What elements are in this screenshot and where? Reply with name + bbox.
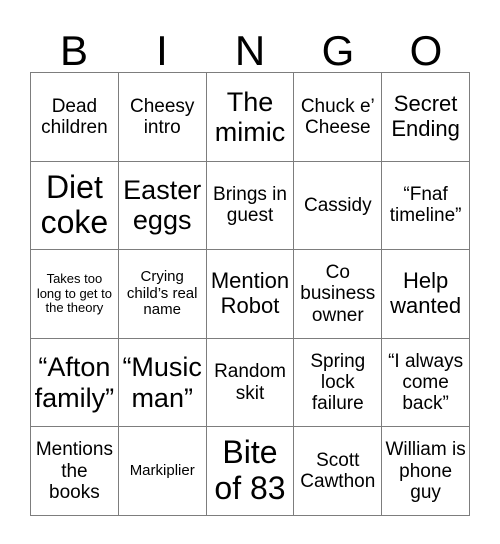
header-letter-g: G [321, 27, 355, 74]
bingo-cell-i5[interactable]: Markiplier [118, 427, 207, 516]
bingo-cell-label: Easter eggs [123, 175, 202, 236]
bingo-cell-n1[interactable]: The mimic [206, 73, 295, 162]
bingo-cell-label: Takes too long to get to the theory [36, 271, 112, 316]
bingo-cell-label: Scott Cawthon [300, 449, 376, 493]
bingo-cell-label: Dead children [41, 95, 108, 138]
bingo-cell-b5[interactable]: Mentions the books [31, 427, 119, 516]
bingo-cell-o4[interactable]: “I always come back” [382, 338, 470, 428]
bingo-cell-label: Mentions the books [35, 439, 113, 503]
bingo-cell-label: Crying child’s real name [126, 267, 198, 319]
bingo-cell-label: Chuck e’ Cheese [300, 95, 375, 138]
bingo-cell-g1[interactable]: Chuck e’ Cheese [294, 73, 383, 162]
bingo-header-row: B I N G O [30, 16, 470, 72]
bingo-cell-o5[interactable]: William is phone guy [382, 427, 470, 516]
bingo-cell-label: Help wanted [390, 268, 462, 318]
bingo-card: B I N G O Dead children Cheesy intro The… [0, 0, 500, 544]
header-letter-n: N [234, 27, 266, 74]
bingo-cell-i4[interactable]: “Music man” [118, 338, 207, 428]
bingo-cell-n3[interactable]: Mention Robot [206, 250, 295, 339]
bingo-cell-b4[interactable]: “Afton family” [31, 338, 119, 428]
bingo-cell-o1[interactable]: Secret Ending [382, 73, 470, 162]
bingo-cell-b2[interactable]: Diet coke [31, 161, 119, 251]
bingo-cell-label: The mimic [214, 86, 286, 147]
bingo-cell-n2[interactable]: Brings in guest [206, 161, 295, 251]
bingo-cell-o2[interactable]: “Fnaf timeline” [382, 161, 470, 251]
bingo-cell-b1[interactable]: Dead children [31, 73, 119, 162]
bingo-cell-label: Cassidy [304, 194, 372, 216]
bingo-cell-label: “Music man” [122, 352, 202, 413]
bingo-cell-label: “Afton family” [34, 352, 115, 413]
bingo-cell-label: Spring lock failure [310, 350, 366, 415]
bingo-cell-label: William is phone guy [385, 439, 466, 503]
bingo-cell-g4[interactable]: Spring lock failure [294, 338, 383, 428]
bingo-cell-n4[interactable]: Random skit [206, 338, 295, 428]
bingo-cell-label: Diet coke [40, 168, 109, 241]
bingo-cell-label: Mention Robot [210, 268, 290, 318]
bingo-cell-i3[interactable]: Crying child’s real name [118, 250, 207, 339]
bingo-cell-label: “I always come back” [388, 350, 464, 415]
bingo-cell-b3[interactable]: Takes too long to get to the theory [31, 250, 119, 339]
bingo-cell-label: Cheesy intro [129, 95, 195, 138]
bingo-cell-label: Random skit [214, 361, 286, 404]
header-letter-o: O [409, 27, 443, 74]
bingo-cell-i2[interactable]: Easter eggs [118, 161, 207, 251]
bingo-cell-label: Brings in guest [213, 184, 287, 227]
header-letter-b: B [59, 27, 88, 74]
header-letter-i: I [156, 27, 168, 74]
bingo-cell-label: Secret Ending [391, 91, 460, 141]
bingo-cell-o3[interactable]: Help wanted [382, 250, 470, 339]
bingo-cell-g5[interactable]: Scott Cawthon [294, 427, 383, 516]
bingo-cell-label: Co business owner [300, 262, 376, 326]
bingo-cell-label: Bite of 83 [214, 434, 286, 507]
bingo-grid: Dead children Cheesy intro The mimic Chu… [30, 72, 470, 516]
bingo-cell-label: “Fnaf timeline” [389, 184, 462, 227]
bingo-cell-g3[interactable]: Co business owner [294, 250, 383, 339]
bingo-cell-n5[interactable]: Bite of 83 [206, 427, 295, 516]
bingo-cell-i1[interactable]: Cheesy intro [118, 73, 207, 162]
bingo-cell-label: Markiplier [129, 461, 195, 479]
bingo-cell-g2[interactable]: Cassidy [294, 161, 383, 251]
